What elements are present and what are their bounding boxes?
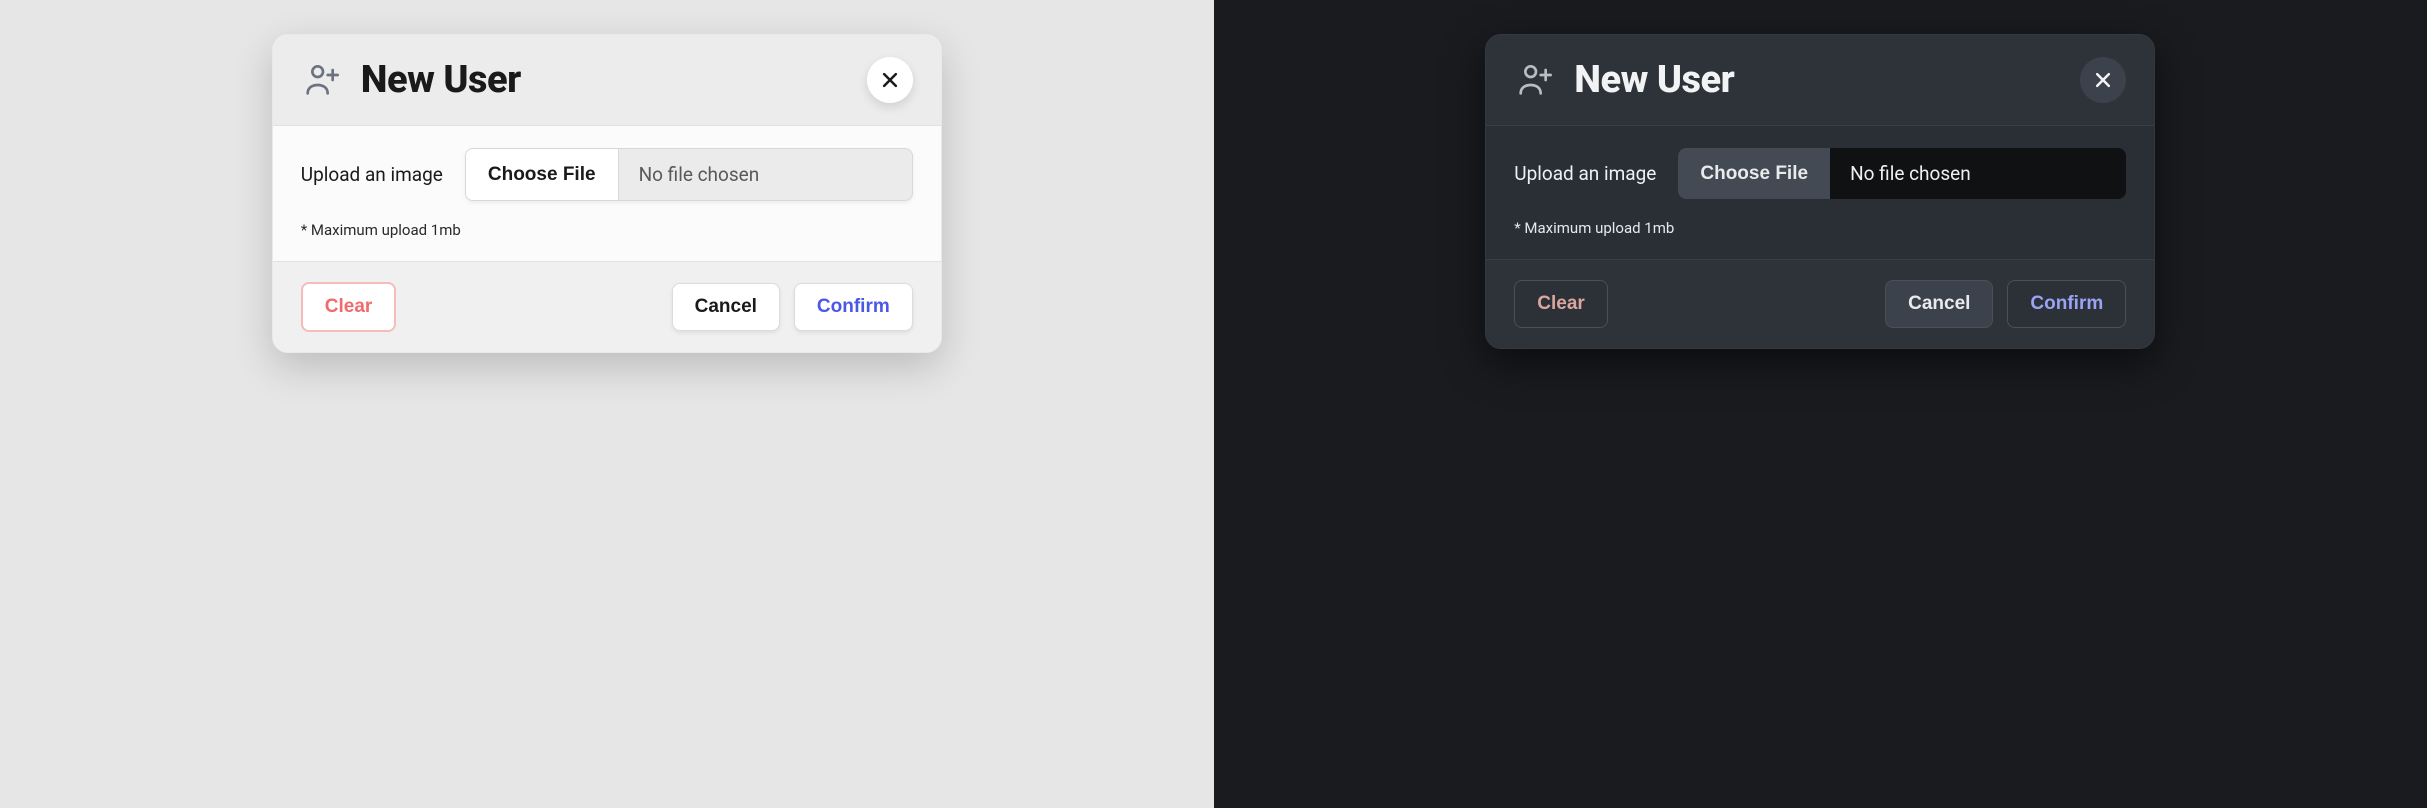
file-input-group: Choose File No file chosen xyxy=(465,148,913,201)
upload-hint: * Maximum upload 1mb xyxy=(1514,219,2126,237)
dark-theme-pane: New User Upload an image Choose File No … xyxy=(1214,0,2427,808)
card-header: New User xyxy=(273,35,941,126)
card-body: Upload an image Choose File No file chos… xyxy=(273,126,941,261)
file-status-text: No file chosen xyxy=(1830,148,2126,199)
new-user-card: New User Upload an image Choose File No … xyxy=(1485,34,2155,349)
clear-button[interactable]: Clear xyxy=(1514,280,1608,328)
dialog-title: New User xyxy=(1574,58,1734,102)
upload-label: Upload an image xyxy=(1514,162,1656,185)
dialog-title: New User xyxy=(361,58,521,102)
card-footer: Clear Cancel Confirm xyxy=(1486,259,2154,348)
choose-file-button[interactable]: Choose File xyxy=(466,149,619,200)
choose-file-button[interactable]: Choose File xyxy=(1678,148,1830,199)
user-plus-icon xyxy=(301,60,341,100)
file-status-text: No file chosen xyxy=(619,149,912,200)
close-button[interactable] xyxy=(2080,57,2126,103)
confirm-button[interactable]: Confirm xyxy=(794,283,913,331)
close-icon xyxy=(2093,70,2113,90)
upload-label: Upload an image xyxy=(301,163,443,186)
new-user-card: New User Upload an image Choose File No … xyxy=(272,34,942,353)
user-plus-icon xyxy=(1514,60,1554,100)
cancel-button[interactable]: Cancel xyxy=(1885,280,1993,328)
cancel-button[interactable]: Cancel xyxy=(672,283,780,331)
card-body: Upload an image Choose File No file chos… xyxy=(1486,126,2154,259)
confirm-button[interactable]: Confirm xyxy=(2007,280,2126,328)
clear-button[interactable]: Clear xyxy=(301,282,397,332)
upload-hint: * Maximum upload 1mb xyxy=(301,221,913,239)
close-icon xyxy=(880,70,900,90)
close-button[interactable] xyxy=(867,57,913,103)
upload-row: Upload an image Choose File No file chos… xyxy=(1514,148,2126,199)
upload-row: Upload an image Choose File No file chos… xyxy=(301,148,913,201)
card-footer: Clear Cancel Confirm xyxy=(273,261,941,352)
light-theme-pane: New User Upload an image Choose File No … xyxy=(0,0,1214,808)
file-input-group: Choose File No file chosen xyxy=(1678,148,2126,199)
card-header: New User xyxy=(1486,35,2154,126)
